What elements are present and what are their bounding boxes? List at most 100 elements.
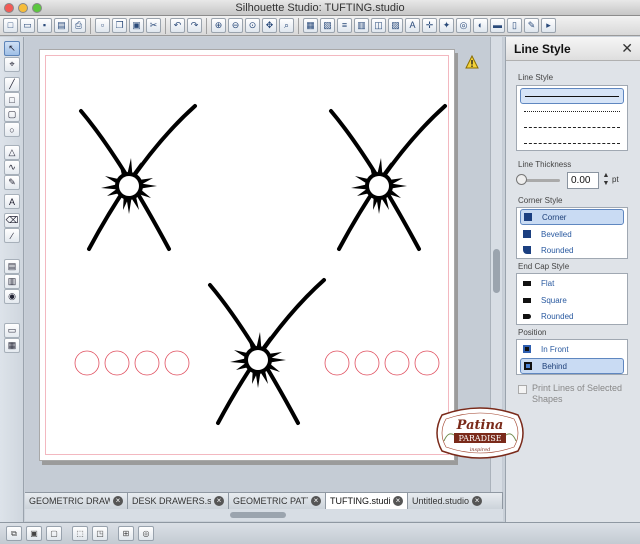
line-style-long-dash[interactable] bbox=[520, 136, 624, 152]
knife-tool-icon[interactable]: ∕ bbox=[4, 228, 20, 243]
undo-icon[interactable]: ↶ bbox=[170, 18, 185, 33]
rectangle-tool-icon[interactable]: □ bbox=[4, 92, 20, 107]
point-icon[interactable]: ✦ bbox=[439, 18, 454, 33]
registration-circle[interactable] bbox=[134, 350, 160, 376]
weld-icon[interactable]: ⬚ bbox=[72, 526, 88, 541]
redo-icon[interactable]: ↷ bbox=[187, 18, 202, 33]
pan-icon[interactable]: ✥ bbox=[262, 18, 277, 33]
ungroup-icon[interactable]: ▢ bbox=[46, 526, 62, 541]
artwork[interactable] bbox=[40, 50, 456, 462]
text-icon[interactable]: A bbox=[405, 18, 420, 33]
freehand-tool-icon[interactable]: ✎ bbox=[4, 175, 20, 190]
design-page-icon[interactable]: ▭ bbox=[4, 323, 20, 338]
store-icon[interactable]: ▥ bbox=[4, 274, 20, 289]
copy-icon[interactable]: ❐ bbox=[112, 18, 127, 33]
zoom-select-icon[interactable]: ⊙ bbox=[245, 18, 260, 33]
tab-desk-drawers[interactable]: DESK DRAWERS.st...× bbox=[128, 493, 229, 509]
transform-icon[interactable]: ✛ bbox=[422, 18, 437, 33]
end-cap-square[interactable]: Square bbox=[520, 292, 624, 308]
layers-icon[interactable]: ▦ bbox=[4, 338, 20, 353]
select-tool-icon[interactable]: ↖ bbox=[4, 41, 20, 56]
thickness-stepper[interactable]: ▲ ▼ bbox=[602, 172, 610, 189]
tab-untitled[interactable]: Untitled.studio × bbox=[408, 493, 503, 509]
library-icon[interactable]: ▤ bbox=[4, 259, 20, 274]
registration-circle[interactable] bbox=[74, 350, 100, 376]
group-icon[interactable]: ▣ bbox=[26, 526, 42, 541]
vertical-scroll-thumb[interactable] bbox=[493, 249, 500, 293]
print-lines-checkbox[interactable] bbox=[518, 385, 527, 394]
polygon-tool-icon[interactable]: △ bbox=[4, 145, 20, 160]
ellipse-tool-icon[interactable]: ○ bbox=[4, 122, 20, 137]
save-as-icon[interactable]: ▤ bbox=[54, 18, 69, 33]
line-style-solid[interactable] bbox=[520, 88, 624, 104]
close-icon[interactable]: ✕ bbox=[621, 40, 633, 57]
offset-icon[interactable]: ◫ bbox=[371, 18, 386, 33]
registration-circle[interactable] bbox=[414, 350, 440, 376]
end-cap-rounded[interactable]: Rounded bbox=[520, 308, 624, 324]
tab-geometric-drawers[interactable]: GEOMETRIC DRAW...× bbox=[25, 493, 128, 509]
duplicate-icon[interactable]: ⧉ bbox=[6, 526, 22, 541]
end-cap-flat[interactable]: Flat bbox=[520, 275, 624, 291]
tab-geometric-patterns[interactable]: GEOMETRIC PATT...× bbox=[229, 493, 326, 509]
cut-icon[interactable]: ▯ bbox=[507, 18, 522, 33]
registration-circle[interactable] bbox=[354, 350, 380, 376]
grid-icon[interactable]: ▧ bbox=[320, 18, 335, 33]
point-edit-icon[interactable]: ⌖ bbox=[4, 57, 20, 72]
align-icon[interactable]: ≡ bbox=[337, 18, 352, 33]
position-in-front[interactable]: In Front bbox=[520, 341, 624, 357]
zoom-fit-icon[interactable]: ⌕ bbox=[279, 18, 294, 33]
registration-circle[interactable] bbox=[104, 350, 130, 376]
paste-icon[interactable]: ▣ bbox=[129, 18, 144, 33]
rotate-icon[interactable]: ◎ bbox=[138, 526, 154, 541]
close-icon[interactable]: × bbox=[214, 496, 224, 506]
close-icon[interactable]: × bbox=[472, 496, 483, 506]
line-icon[interactable]: ▬ bbox=[490, 18, 505, 33]
close-icon[interactable]: × bbox=[393, 496, 403, 506]
close-icon[interactable]: × bbox=[311, 496, 321, 506]
select-icon[interactable]: ◎ bbox=[456, 18, 471, 33]
zoom-out-icon[interactable]: ⊖ bbox=[228, 18, 243, 33]
replicate-icon[interactable]: ▥ bbox=[354, 18, 369, 33]
view-icon[interactable]: ▦ bbox=[303, 18, 318, 33]
corner-option-rounded[interactable]: Rounded bbox=[520, 242, 624, 258]
tufting-shape[interactable] bbox=[208, 278, 326, 425]
registration-circle[interactable] bbox=[324, 350, 350, 376]
line-style-list[interactable] bbox=[516, 85, 628, 151]
rounded-rect-icon[interactable]: ▢ bbox=[4, 107, 20, 122]
curve-tool-icon[interactable]: ∿ bbox=[4, 160, 20, 175]
scissors-icon[interactable]: ✂ bbox=[146, 18, 161, 33]
line-style-dotted[interactable] bbox=[520, 104, 624, 120]
send-icon[interactable]: ▸ bbox=[541, 18, 556, 33]
online-icon[interactable]: ◉ bbox=[4, 289, 20, 304]
eraser-tool-icon[interactable]: ⌫ bbox=[4, 213, 20, 228]
zoom-in-icon[interactable]: ⊕ bbox=[211, 18, 226, 33]
new-icon[interactable]: □ bbox=[3, 18, 18, 33]
trace-icon[interactable]: ▨ bbox=[388, 18, 403, 33]
warning-triangle-icon[interactable] bbox=[465, 55, 479, 69]
corner-option-corner[interactable]: Corner bbox=[520, 209, 624, 225]
cut-to-icon[interactable]: ▫ bbox=[95, 18, 110, 33]
release-icon[interactable]: ⊞ bbox=[118, 526, 134, 541]
line-tool-icon[interactable]: ╱ bbox=[4, 77, 20, 92]
line-style-dashed[interactable] bbox=[520, 120, 624, 136]
save-icon[interactable]: ▪ bbox=[37, 18, 52, 33]
horizontal-scrollbar[interactable] bbox=[25, 509, 503, 521]
print-icon[interactable]: ⎙ bbox=[71, 18, 86, 33]
thickness-slider-handle[interactable] bbox=[516, 174, 527, 185]
open-icon[interactable]: ▭ bbox=[20, 18, 35, 33]
registration-circle[interactable] bbox=[384, 350, 410, 376]
horizontal-scroll-thumb[interactable] bbox=[230, 512, 286, 518]
compound-icon[interactable]: ◳ bbox=[92, 526, 108, 541]
tab-tufting[interactable]: TUFTING.studio × bbox=[326, 493, 408, 509]
tufting-shape[interactable] bbox=[79, 104, 197, 251]
design-page[interactable] bbox=[39, 49, 455, 461]
tufting-shape[interactable] bbox=[329, 104, 447, 251]
position-behind[interactable]: Behind bbox=[520, 358, 624, 374]
registration-circle[interactable] bbox=[164, 350, 190, 376]
fill-icon[interactable]: ◐ bbox=[473, 18, 488, 33]
star-icon[interactable]: ✎ bbox=[524, 18, 539, 33]
text-tool-icon[interactable]: A bbox=[4, 194, 20, 209]
close-icon[interactable]: × bbox=[113, 496, 123, 506]
thickness-input[interactable]: 0.00 bbox=[567, 172, 599, 189]
corner-option-bevelled[interactable]: Bevelled bbox=[520, 226, 624, 242]
